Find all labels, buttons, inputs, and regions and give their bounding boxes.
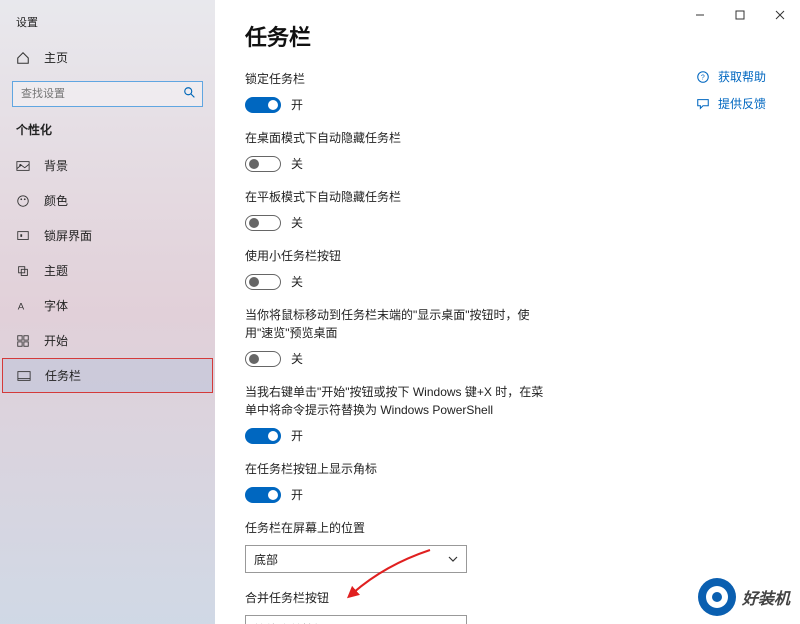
toggle-lock-taskbar[interactable]: [245, 97, 281, 113]
watermark: 好装机: [698, 578, 790, 616]
sidebar: 设置 主页 个性化 背景 颜色 锁屏界面 主题: [0, 0, 215, 624]
sidebar-item-label: 开始: [44, 332, 68, 349]
toggle-state: 关: [291, 273, 303, 290]
setting-label: 任务栏在屏幕上的位置: [245, 519, 555, 537]
link-text: 获取帮助: [718, 68, 766, 85]
toggle-autohide-tablet[interactable]: [245, 215, 281, 231]
toggle-autohide-desktop[interactable]: [245, 156, 281, 172]
close-button[interactable]: [760, 0, 800, 30]
sidebar-item-fonts[interactable]: A 字体: [0, 288, 215, 323]
dropdown-value: 始终合并按钮: [254, 621, 326, 624]
nav-list: 背景 颜色 锁屏界面 主题 A 字体 开始: [0, 148, 215, 393]
setting-label: 锁定任务栏: [245, 70, 555, 88]
start-icon: [16, 334, 30, 348]
sidebar-item-themes[interactable]: 主题: [0, 253, 215, 288]
svg-text:A: A: [18, 301, 25, 312]
content: 任务栏 锁定任务栏 开 在桌面模式下自动隐藏任务栏 关 在平板模式下自动隐藏任务…: [215, 0, 800, 624]
search-icon: [183, 86, 197, 105]
sidebar-item-lockscreen[interactable]: 锁屏界面: [0, 218, 215, 253]
sidebar-item-start[interactable]: 开始: [0, 323, 215, 358]
sidebar-item-label: 任务栏: [45, 367, 81, 384]
toggle-badges[interactable]: [245, 487, 281, 503]
nav-home[interactable]: 主页: [0, 40, 215, 75]
sidebar-item-label: 字体: [44, 297, 68, 314]
sidebar-item-taskbar[interactable]: 任务栏: [2, 358, 213, 393]
sidebar-item-background[interactable]: 背景: [0, 148, 215, 183]
search-input[interactable]: [12, 81, 203, 107]
nav-home-label: 主页: [44, 49, 68, 66]
dropdown-value: 底部: [254, 551, 278, 568]
link-text: 提供反馈: [718, 95, 766, 112]
setting-label: 在平板模式下自动隐藏任务栏: [245, 188, 555, 206]
dropdown-position[interactable]: 底部: [245, 545, 467, 573]
toggle-small-buttons[interactable]: [245, 274, 281, 290]
lock-icon: [16, 229, 30, 243]
toggle-state: 开: [291, 486, 303, 503]
setting-label: 使用小任务栏按钮: [245, 247, 555, 265]
theme-icon: [16, 264, 30, 278]
setting-label: 在桌面模式下自动隐藏任务栏: [245, 129, 555, 147]
toggle-state: 开: [291, 96, 303, 113]
sidebar-section-label: 个性化: [0, 117, 215, 148]
dropdown-combine[interactable]: 始终合并按钮: [245, 615, 467, 624]
app-title: 设置: [0, 10, 215, 40]
setting-label: 合并任务栏按钮: [245, 589, 555, 607]
watermark-text: 好装机: [742, 585, 790, 609]
toggle-powershell[interactable]: [245, 428, 281, 444]
sidebar-item-colors[interactable]: 颜色: [0, 183, 215, 218]
sidebar-item-label: 锁屏界面: [44, 227, 92, 244]
toggle-state: 关: [291, 155, 303, 172]
toggle-peek[interactable]: [245, 351, 281, 367]
toggle-state: 开: [291, 427, 303, 444]
link-feedback[interactable]: 提供反馈: [696, 95, 766, 112]
svg-text:?: ?: [701, 74, 705, 81]
feedback-icon: [696, 97, 710, 111]
palette-icon: [16, 194, 30, 208]
sidebar-item-label: 背景: [44, 157, 68, 174]
home-icon: [16, 51, 30, 65]
sidebar-item-label: 颜色: [44, 192, 68, 209]
setting-label: 在任务栏按钮上显示角标: [245, 460, 555, 478]
setting-label: 当我右键单击"开始"按钮或按下 Windows 键+X 时，在菜单中将命令提示符…: [245, 383, 555, 419]
image-icon: [16, 159, 30, 173]
setting-label: 当你将鼠标移动到任务栏末端的"显示桌面"按钮时，使用"速览"预览桌面: [245, 306, 555, 342]
help-icon: ?: [696, 70, 710, 84]
toggle-state: 关: [291, 350, 303, 367]
link-help[interactable]: ? 获取帮助: [696, 68, 766, 85]
minimize-button[interactable]: [680, 0, 720, 30]
maximize-button[interactable]: [720, 0, 760, 30]
sidebar-item-label: 主题: [44, 262, 68, 279]
taskbar-icon: [17, 369, 31, 383]
font-icon: A: [16, 299, 30, 313]
toggle-state: 关: [291, 214, 303, 231]
chevron-down-icon: [448, 554, 458, 564]
